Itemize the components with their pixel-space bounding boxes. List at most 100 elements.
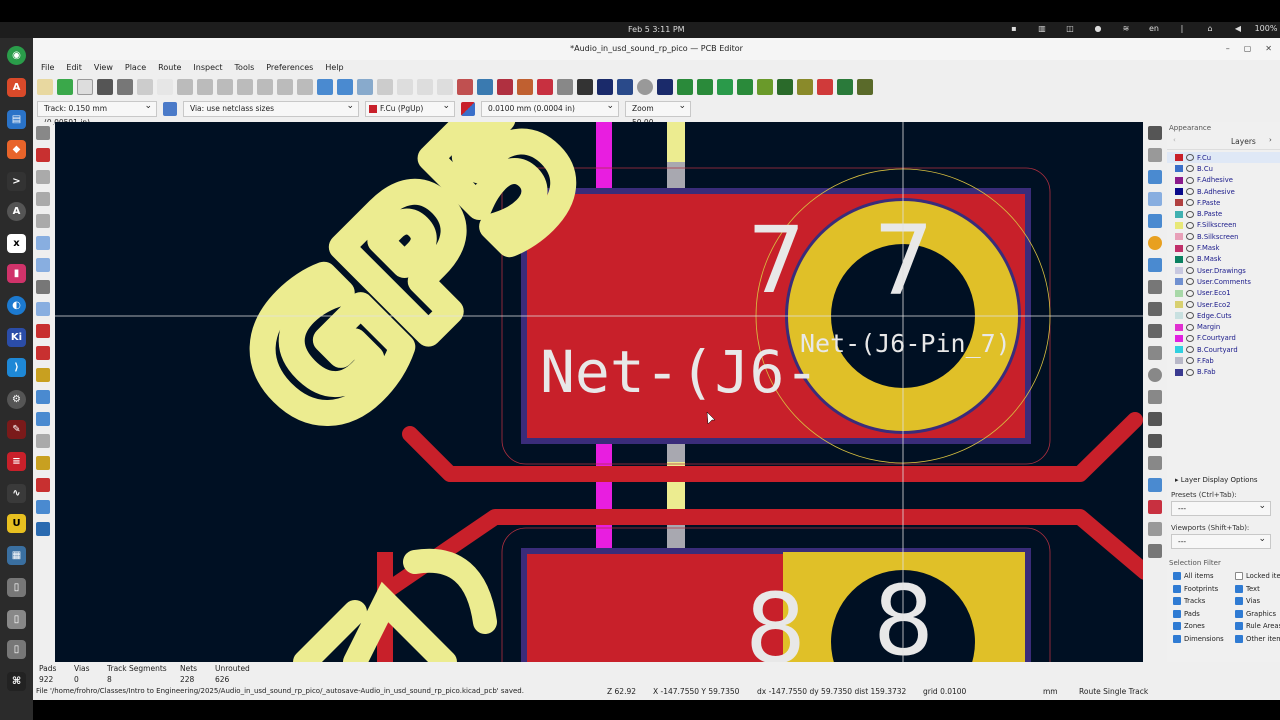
delete-icon[interactable] (1148, 500, 1162, 514)
units-mm-icon[interactable] (36, 236, 50, 250)
layer-color-swatch[interactable] (1175, 255, 1183, 263)
visibility-eye-icon[interactable] (1186, 244, 1194, 252)
layer-color-swatch[interactable] (1175, 278, 1183, 286)
layer-row[interactable]: B.Fab (1167, 367, 1280, 378)
selection-filter-item[interactable]: Pads (1173, 607, 1235, 620)
selection-filter-item[interactable]: All items (1173, 570, 1235, 583)
grid-toggle-icon[interactable] (36, 126, 50, 140)
maximize-icon[interactable]: ▢ (1244, 38, 1252, 60)
active-layer-select[interactable]: F.Cu (PgUp) (365, 99, 455, 117)
sketch-vias-icon[interactable] (36, 456, 50, 470)
menu-place[interactable]: Place (119, 60, 152, 76)
zoom-objects-icon[interactable] (277, 79, 293, 95)
layer-row[interactable]: F.Fab (1167, 355, 1280, 366)
sketch-tracks-icon[interactable] (36, 478, 50, 492)
layer-row[interactable]: Edge.Cuts (1167, 310, 1280, 321)
layer-row[interactable]: F.Cu (1167, 152, 1280, 164)
rule-area-icon[interactable] (1148, 280, 1162, 294)
group-icon[interactable] (397, 79, 413, 95)
settings-icon[interactable]: ⚙ (7, 390, 26, 409)
mirror-icon[interactable] (377, 79, 393, 95)
layers-manager-icon[interactable] (36, 412, 50, 426)
grid-origin-icon[interactable] (1148, 522, 1162, 536)
footprint-browser-icon[interactable] (497, 79, 513, 95)
pcb-canvas[interactable]: GP5 Net-(J6- 7 7 Net-(J6-Pin_7) 8 8 (55, 122, 1143, 662)
filter-checkbox[interactable] (1173, 634, 1181, 643)
app-icon[interactable]: ▯ (7, 610, 26, 629)
visibility-eye-icon[interactable] (1186, 199, 1194, 207)
tray-app-icon[interactable]: ▥ (1028, 24, 1056, 33)
units-mil-icon[interactable] (36, 214, 50, 228)
vscode-icon[interactable]: ⟩ (7, 358, 26, 377)
layer-row[interactable]: F.Adhesive (1167, 175, 1280, 186)
draw-arc-icon[interactable] (1148, 324, 1162, 338)
via-size-select[interactable]: Via: use netclass sizes (183, 99, 359, 117)
route-track-icon[interactable] (1148, 192, 1162, 206)
menu-inspect[interactable]: Inspect (187, 60, 228, 76)
plugin-icon[interactable] (657, 79, 673, 95)
layer-color-swatch[interactable] (1175, 199, 1183, 207)
selection-filter-item[interactable]: Locked ite (1235, 570, 1280, 583)
layer-row[interactable]: Margin (1167, 321, 1280, 332)
ratsnest-icon[interactable] (36, 280, 50, 294)
plugin-icon[interactable] (617, 79, 633, 95)
menu-route[interactable]: Route (152, 60, 187, 76)
layer-row[interactable]: B.Paste (1167, 208, 1280, 219)
visibility-eye-icon[interactable] (1186, 176, 1194, 184)
appearance-panel-icon[interactable] (36, 500, 50, 514)
rotate-cw-icon[interactable] (337, 79, 353, 95)
menu-help[interactable]: Help (319, 60, 349, 76)
plugin-icon[interactable] (857, 79, 873, 95)
redo-icon[interactable] (157, 79, 173, 95)
refresh-icon[interactable] (197, 79, 213, 95)
filter-checkbox[interactable] (1235, 609, 1243, 618)
menu-file[interactable]: File (35, 60, 60, 76)
layer-row[interactable]: User.Comments (1167, 276, 1280, 287)
visibility-eye-icon[interactable] (1186, 210, 1194, 218)
polar-coords-icon[interactable] (36, 170, 50, 184)
app-icon[interactable]: ▮ (7, 264, 26, 283)
layer-color-swatch[interactable] (1175, 312, 1183, 320)
measure-icon[interactable] (1148, 544, 1162, 558)
visibility-eye-icon[interactable] (1186, 221, 1194, 229)
find-icon[interactable] (177, 79, 193, 95)
viewports-select[interactable]: --- (1171, 532, 1271, 549)
files-icon[interactable]: ▤ (7, 110, 26, 129)
filter-checkbox[interactable] (1235, 597, 1243, 606)
app-icon[interactable]: ≡ (7, 452, 26, 471)
selection-filter-item[interactable]: Other item (1235, 632, 1280, 645)
filter-checkbox[interactable] (1173, 609, 1181, 618)
plugin-icon[interactable] (597, 79, 613, 95)
add-dimension-icon[interactable] (1148, 478, 1162, 492)
zoom-out-icon[interactable] (237, 79, 253, 95)
properties-icon[interactable] (36, 522, 50, 536)
microphone-icon[interactable]: | (1168, 24, 1196, 33)
layer-color-swatch[interactable] (1175, 233, 1183, 241)
layer-color-swatch[interactable] (1175, 244, 1183, 252)
selection-filter-item[interactable]: Graphics (1235, 607, 1280, 620)
selection-filter-item[interactable]: Tracks (1173, 595, 1235, 608)
high-contrast-icon[interactable] (36, 368, 50, 382)
show-apps-icon[interactable]: ⌘ (7, 672, 26, 691)
app-icon[interactable]: ◆ (7, 140, 26, 159)
select-icon[interactable] (1148, 126, 1162, 140)
undo-icon[interactable] (137, 79, 153, 95)
selection-filter-item[interactable]: Rule Areas (1235, 620, 1280, 633)
flip-icon[interactable] (357, 79, 373, 95)
print-icon[interactable] (97, 79, 113, 95)
tray-app-icon[interactable]: ◫ (1056, 24, 1084, 33)
lock-icon[interactable] (417, 79, 433, 95)
layer-pair-icon[interactable] (461, 102, 475, 116)
plugin-icon[interactable] (757, 79, 773, 95)
units-inch-icon[interactable] (36, 192, 50, 206)
plugin-icon[interactable] (777, 79, 793, 95)
plot-icon[interactable] (117, 79, 133, 95)
layer-color-swatch[interactable] (1175, 323, 1183, 331)
drc-markers-icon[interactable] (36, 148, 50, 162)
software-icon[interactable]: A (7, 78, 26, 97)
kicad-icon[interactable]: Ki (7, 328, 26, 347)
visibility-eye-icon[interactable] (1186, 188, 1194, 196)
plugin-icon[interactable] (797, 79, 813, 95)
visibility-eye-icon[interactable] (1186, 278, 1194, 286)
layer-row[interactable]: User.Eco2 (1167, 299, 1280, 310)
